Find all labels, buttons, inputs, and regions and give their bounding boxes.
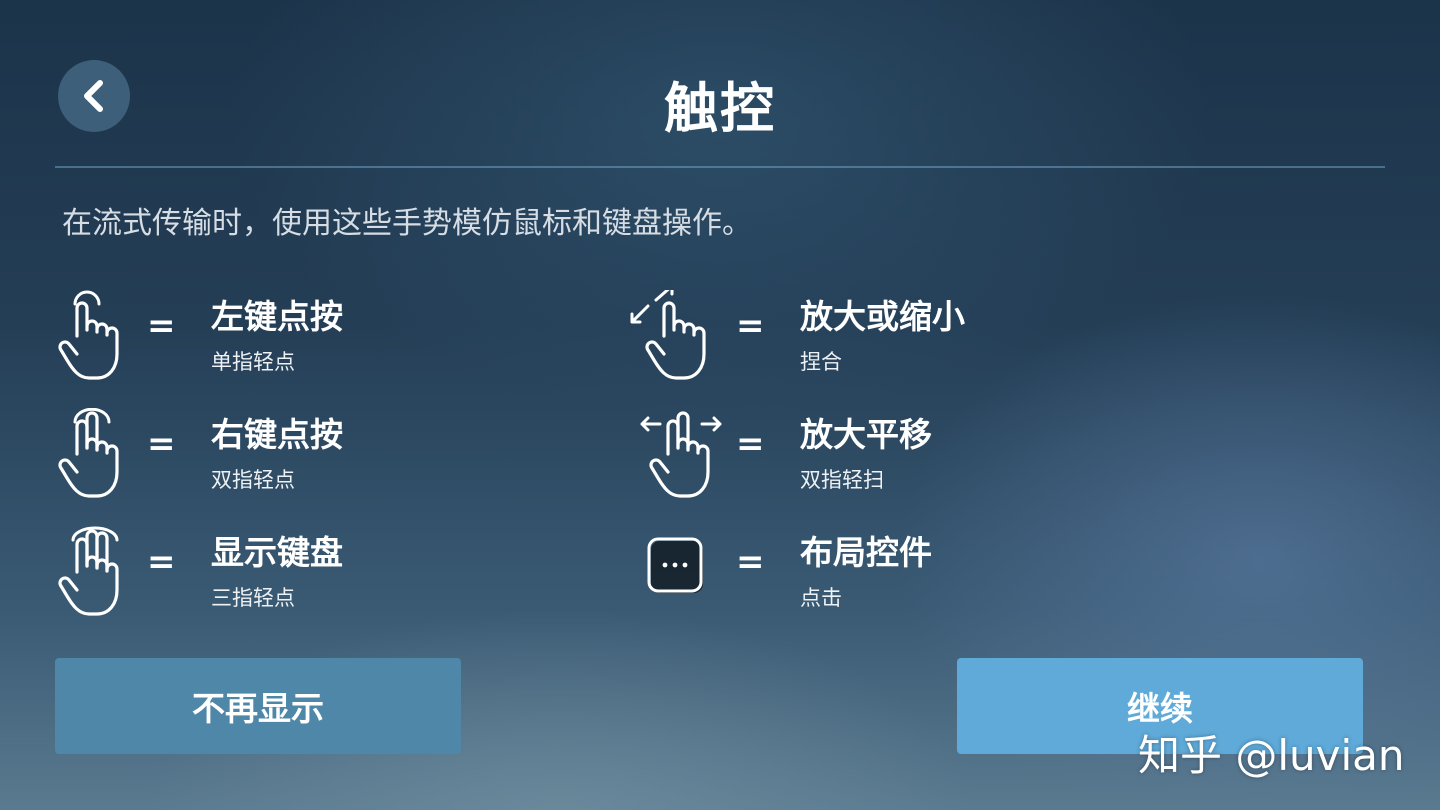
gesture-left-click: = 左键点按 单指轻点	[55, 290, 595, 390]
page-title: 触控	[664, 77, 776, 140]
gesture-label: 布局控件	[800, 533, 932, 572]
gesture-layout-controls: = 布局控件 点击	[644, 526, 1184, 626]
equals-sign: =	[736, 306, 765, 346]
gesture-label: 左键点按	[211, 297, 343, 336]
one-finger-tap-icon	[58, 290, 119, 380]
equals-sign: =	[147, 306, 176, 346]
equals-sign: =	[736, 542, 765, 582]
watermark-text: 知乎 @luvian	[1138, 731, 1405, 780]
gesture-sub: 点击	[800, 586, 842, 610]
gesture-label: 右键点按	[211, 415, 343, 454]
header-divider	[55, 166, 1385, 168]
two-finger-pan-icon	[640, 411, 722, 498]
gesture-sub: 捏合	[800, 350, 842, 374]
touch-help-screen: 触控 在流式传输时，使用这些手势模仿鼠标和键盘操作。 = 左键点按 单指轻点 =…	[0, 0, 1440, 810]
gesture-sub: 双指轻扫	[800, 468, 884, 492]
equals-sign: =	[736, 424, 765, 464]
gesture-zoom: = 放大或缩小 捏合	[630, 290, 1184, 390]
dont-show-again-button[interactable]: 不再显示	[55, 658, 461, 754]
more-dots-icon	[647, 537, 703, 593]
two-finger-tap-icon	[58, 408, 119, 498]
gesture-label: 显示键盘	[211, 533, 343, 572]
gesture-label: 放大平移	[800, 415, 932, 454]
equals-sign: =	[147, 424, 176, 464]
pinch-zoom-icon	[630, 290, 706, 380]
gesture-sub: 三指轻点	[211, 586, 295, 610]
equals-sign: =	[147, 542, 176, 582]
gesture-pan: = 放大平移 双指轻扫	[640, 408, 1184, 508]
description-text: 在流式传输时，使用这些手势模仿鼠标和键盘操作。	[62, 206, 752, 241]
gesture-right-click: = 右键点按 双指轻点	[55, 408, 595, 508]
gesture-sub: 单指轻点	[211, 350, 295, 374]
gesture-label: 放大或缩小	[800, 297, 965, 336]
gesture-sub: 双指轻点	[211, 468, 295, 492]
gesture-show-keyboard: = 显示键盘 三指轻点	[55, 526, 595, 626]
three-finger-tap-icon	[58, 526, 119, 616]
